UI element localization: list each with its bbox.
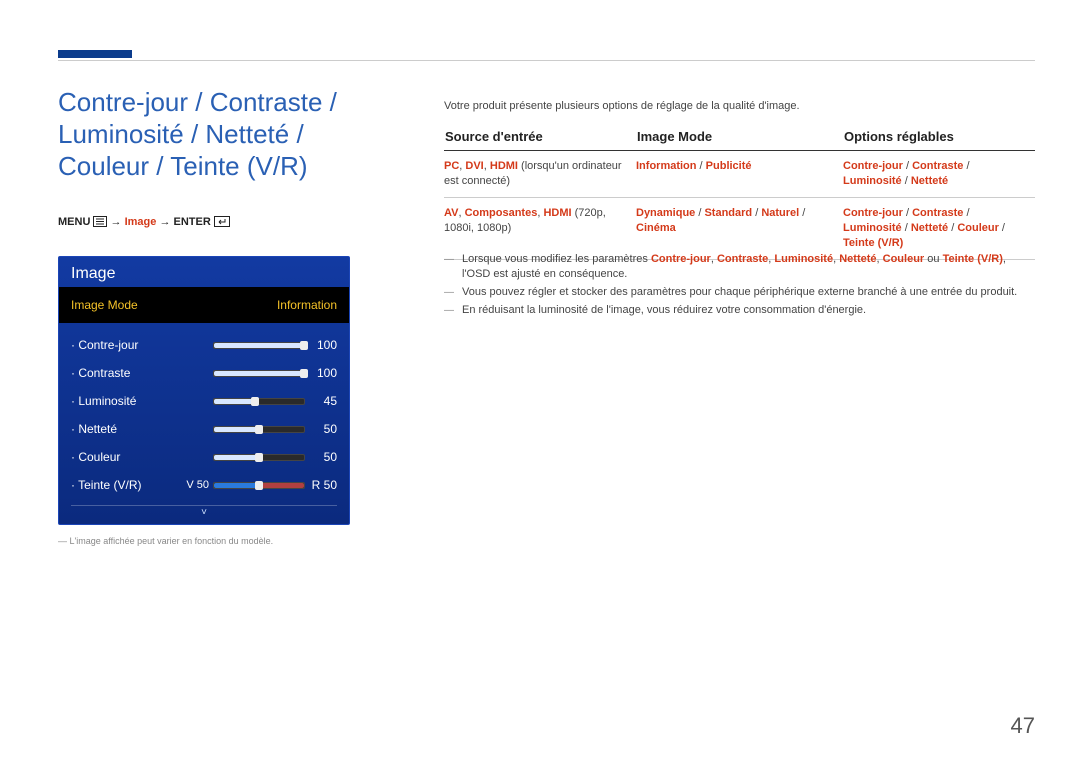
osd-slider-row[interactable]: Contraste 100 [71,359,337,387]
slider-thumb[interactable] [300,341,308,350]
osd-tint-row[interactable]: Teinte (V/R) V 50 R 50 [71,471,337,499]
menu-path-arrow-2: → [159,216,170,228]
tint-track[interactable] [213,482,305,489]
osd-slider-value: 45 [309,394,337,408]
osd-slider-label: Contre-jour [71,338,171,352]
osd-slider-label: Netteté [71,422,171,436]
table-header-options: Options réglables [843,128,1035,151]
osd-slider-row[interactable]: Netteté 50 [71,415,337,443]
osd-footnote: ― L'image affichée peut varier en foncti… [58,536,273,546]
slider-thumb[interactable] [251,397,259,406]
menu-path-menu: MENU [58,216,90,228]
page-number: 47 [1011,713,1035,739]
menu-path-enter: ENTER [174,216,211,228]
slider-thumb[interactable] [300,369,308,378]
osd-body: Contre-jour 100 Contraste 100 Luminosité 45 Ne… [59,323,349,530]
table-header-imagemode: Image Mode [636,128,843,151]
osd-slider-label: Couleur [71,450,171,464]
page-title: Contre-jour / Contraste / Luminosité / N… [58,86,393,182]
osd-slider-value: 100 [309,366,337,380]
osd-tint-r: R 50 [309,478,337,492]
osd-selected-row[interactable]: Image Mode Information [59,287,349,323]
note-item: En réduisant la luminosité de l'image, v… [444,303,1035,318]
menu-path: MENU → Image → ENTER [58,216,230,230]
osd-tint-v: V 50 [181,479,209,491]
slider-track[interactable] [213,342,305,349]
note-list: Lorsque vous modifiez les paramètres Con… [444,252,1035,321]
slider-track[interactable] [213,398,305,405]
menu-path-arrow-1: → [111,216,122,228]
osd-tint-label: Teinte (V/R) [71,478,171,492]
osd-slider-value: 50 [309,422,337,436]
slider-track[interactable] [213,426,305,433]
osd-slider-row[interactable]: Couleur 50 [71,443,337,471]
osd-selected-left: Image Mode [71,298,138,312]
slider-thumb[interactable] [255,453,263,462]
slider-thumb[interactable] [255,481,263,490]
slider-track[interactable] [213,454,305,461]
note-item: Vous pouvez régler et stocker des paramè… [444,285,1035,300]
slider-track[interactable] [213,370,305,377]
table-row: AV, Composantes, HDMI (720p, 1080i, 1080… [444,198,1035,260]
table-row: PC, DVI, HDMI (lorsqu'un ordinateur est … [444,151,1035,198]
osd-slider-value: 50 [309,450,337,464]
header-accent-bar [58,50,132,58]
osd-slider-row[interactable]: Luminosité 45 [71,387,337,415]
chevron-down-icon[interactable]: ˅ [71,506,337,520]
osd-selected-right: Information [277,298,337,312]
table-header-source: Source d'entrée [444,128,636,151]
osd-slider-row[interactable]: Contre-jour 100 [71,331,337,359]
osd-title: Image [59,257,349,287]
header-divider [58,60,1035,61]
osd-slider-label: Contraste [71,366,171,380]
osd-panel: Image Image Mode Information Contre-jour… [58,256,350,525]
options-table: Source d'entrée Image Mode Options régla… [444,128,1035,260]
enter-icon [214,216,230,230]
intro-text: Votre produit présente plusieurs options… [444,100,1035,112]
note-item: Lorsque vous modifiez les paramètres Con… [444,252,1035,282]
osd-slider-value: 100 [309,338,337,352]
slider-thumb[interactable] [255,425,263,434]
osd-slider-label: Luminosité [71,394,171,408]
menu-path-image: Image [125,216,157,228]
menu-icon [93,216,107,230]
